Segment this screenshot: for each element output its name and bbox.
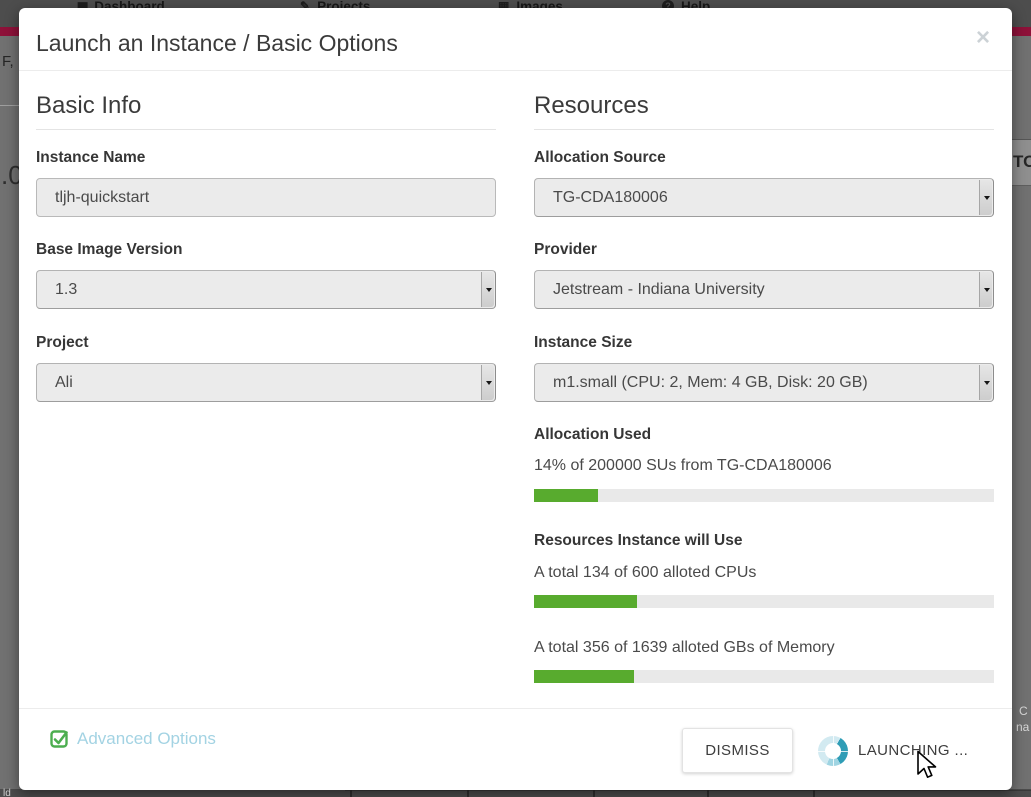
selected-value: Jetstream - Indiana University xyxy=(553,271,765,308)
backdrop-text-fragment: na xyxy=(1016,720,1029,734)
chevron-down-icon xyxy=(984,288,990,292)
memory-usage-text: A total 356 of 1639 alloted GBs of Memor… xyxy=(534,639,835,657)
backdrop-button-fragment: TO xyxy=(1012,139,1031,186)
resources-column: Resources Allocation Source TG-CDA180006… xyxy=(534,8,994,708)
instance-name-label: Instance Name xyxy=(36,149,496,167)
basic-info-heading: Basic Info xyxy=(36,92,496,130)
backdrop-text-fragment: F, xyxy=(2,53,14,70)
chevron-down-icon xyxy=(984,196,990,200)
modal-footer: Advanced Options DISMISS LAUNCHING ... xyxy=(19,708,1012,790)
memory-usage-progress-bar xyxy=(534,670,994,683)
progress-fill xyxy=(534,489,598,502)
launch-instance-modal: Launch an Instance / Basic Options × Bas… xyxy=(19,8,1012,790)
mouse-cursor-icon xyxy=(916,750,940,782)
base-image-version-select[interactable]: 1.3 xyxy=(36,270,496,309)
base-image-version-label: Base Image Version xyxy=(36,241,496,259)
advanced-options-label: Advanced Options xyxy=(77,729,216,749)
backdrop-table-column-line xyxy=(813,790,815,797)
backdrop-text-fragment: TO xyxy=(1013,152,1031,172)
launching-button[interactable]: LAUNCHING ... xyxy=(858,736,968,766)
checkbox-checked-icon xyxy=(50,730,69,749)
resources-heading: Resources xyxy=(534,92,994,130)
progress-fill xyxy=(534,595,637,608)
selected-value: m1.small (CPU: 2, Mem: 4 GB, Disk: 20 GB… xyxy=(553,364,868,401)
backdrop-divider xyxy=(0,105,19,106)
cpu-usage-progress-bar xyxy=(534,595,994,608)
instance-name-input[interactable] xyxy=(36,178,496,217)
instance-size-label: Instance Size xyxy=(534,334,994,352)
backdrop-table-column-line xyxy=(350,790,352,797)
project-label: Project xyxy=(36,334,496,352)
allocation-source-select[interactable]: TG-CDA180006 xyxy=(534,178,994,217)
allocation-used-text: 14% of 200000 SUs from TG-CDA180006 xyxy=(534,457,832,475)
allocation-used-progress-bar xyxy=(534,489,994,502)
allocation-used-heading: Allocation Used xyxy=(534,426,651,444)
instance-size-select[interactable]: m1.small (CPU: 2, Mem: 4 GB, Disk: 20 GB… xyxy=(534,363,994,402)
chevron-down-icon xyxy=(486,381,492,385)
provider-select[interactable]: Jetstream - Indiana University xyxy=(534,270,994,309)
backdrop-text-fragment: C xyxy=(1019,704,1028,718)
dismiss-button[interactable]: DISMISS xyxy=(682,728,793,773)
screen: ▆ Dashboard ✎ Projects ▦ Images ? Help F… xyxy=(0,0,1031,797)
project-select[interactable]: Ali xyxy=(36,363,496,402)
selected-value: Ali xyxy=(55,364,73,401)
loading-spinner-icon xyxy=(818,736,848,766)
allocation-source-label: Allocation Source xyxy=(534,149,994,167)
backdrop-table-column-line xyxy=(593,790,595,797)
backdrop-table-column-line xyxy=(467,790,469,797)
chevron-down-icon xyxy=(984,381,990,385)
provider-label: Provider xyxy=(534,241,994,259)
chevron-down-icon xyxy=(486,288,492,292)
selected-value: TG-CDA180006 xyxy=(553,179,668,216)
instance-resources-heading: Resources Instance will Use xyxy=(534,532,742,550)
backdrop-table-column-line xyxy=(707,790,709,797)
backdrop-table-border xyxy=(345,790,1031,791)
advanced-options-link[interactable]: Advanced Options xyxy=(50,729,216,749)
basic-info-column: Basic Info Instance Name Base Image Vers… xyxy=(36,8,496,708)
progress-fill xyxy=(534,670,634,683)
backdrop-text-fragment: ld xyxy=(3,788,11,797)
cpu-usage-text: A total 134 of 600 alloted CPUs xyxy=(534,564,756,582)
selected-value: 1.3 xyxy=(55,271,77,308)
